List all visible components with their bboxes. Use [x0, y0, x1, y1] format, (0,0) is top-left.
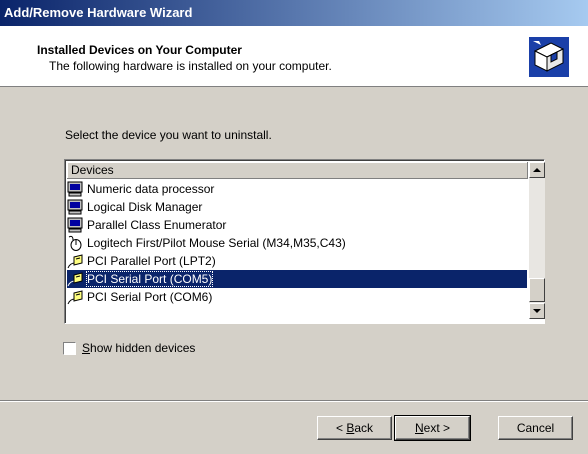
show-hidden-devices-label[interactable]: Show hidden devices — [82, 341, 195, 355]
device-item-pci-serial-port-com5[interactable]: PCI Serial Port (COM5) — [67, 270, 527, 288]
device-item-label: Numeric data processor — [87, 182, 215, 196]
computer-icon — [67, 181, 83, 197]
device-listbox[interactable]: Devices Numeric data processor Logical D… — [64, 159, 545, 324]
cancel-button[interactable]: Cancel — [498, 416, 573, 440]
page-subtitle: The following hardware is installed on y… — [49, 59, 332, 73]
page-title: Installed Devices on Your Computer — [37, 43, 242, 57]
wizard-header: Installed Devices on Your Computer The f… — [0, 26, 588, 87]
port-icon — [67, 290, 83, 305]
scroll-up-button[interactable] — [529, 162, 545, 178]
device-item-logitech-mouse[interactable]: Logitech First/Pilot Mouse Serial (M34,M… — [67, 234, 527, 252]
computer-icon — [67, 217, 83, 233]
next-button[interactable]: Next > — [394, 415, 471, 441]
device-item-label: Logitech First/Pilot Mouse Serial (M34,M… — [87, 236, 346, 250]
device-item-numeric-data-processor[interactable]: Numeric data processor — [67, 180, 527, 198]
device-item-logical-disk-manager[interactable]: Logical Disk Manager — [67, 198, 527, 216]
hardware-wizard-icon — [529, 37, 569, 77]
scroll-down-button[interactable] — [529, 303, 545, 319]
arrow-up-icon — [533, 168, 541, 172]
device-item-label: PCI Serial Port (COM6) — [87, 290, 213, 304]
device-item-label: Logical Disk Manager — [87, 200, 203, 214]
window-title: Add/Remove Hardware Wizard — [4, 5, 193, 20]
device-item-pci-serial-port-com6[interactable]: PCI Serial Port (COM6) — [67, 288, 527, 306]
arrow-down-icon — [533, 309, 541, 313]
port-icon — [67, 254, 83, 269]
device-item-label: PCI Serial Port (COM5) — [85, 271, 214, 287]
uninstall-prompt: Select the device you want to uninstall. — [65, 128, 272, 142]
device-list-scrollbar[interactable] — [529, 162, 545, 319]
devices-column-header[interactable]: Devices — [67, 162, 528, 179]
title-bar[interactable]: Add/Remove Hardware Wizard — [0, 0, 588, 26]
mouse-icon — [68, 235, 82, 251]
port-icon — [67, 272, 83, 287]
computer-icon — [67, 199, 83, 215]
scroll-thumb[interactable] — [529, 278, 545, 302]
show-hidden-devices-checkbox[interactable] — [63, 342, 76, 355]
device-item-pci-parallel-port-lpt2[interactable]: PCI Parallel Port (LPT2) — [67, 252, 527, 270]
back-button[interactable]: < Back — [317, 416, 392, 440]
device-item-label: PCI Parallel Port (LPT2) — [87, 254, 216, 268]
footer-divider — [0, 400, 588, 402]
device-item-label: Parallel Class Enumerator — [87, 218, 227, 232]
device-item-parallel-class-enumerator[interactable]: Parallel Class Enumerator — [67, 216, 527, 234]
devices-column-header-label: Devices — [71, 163, 114, 177]
